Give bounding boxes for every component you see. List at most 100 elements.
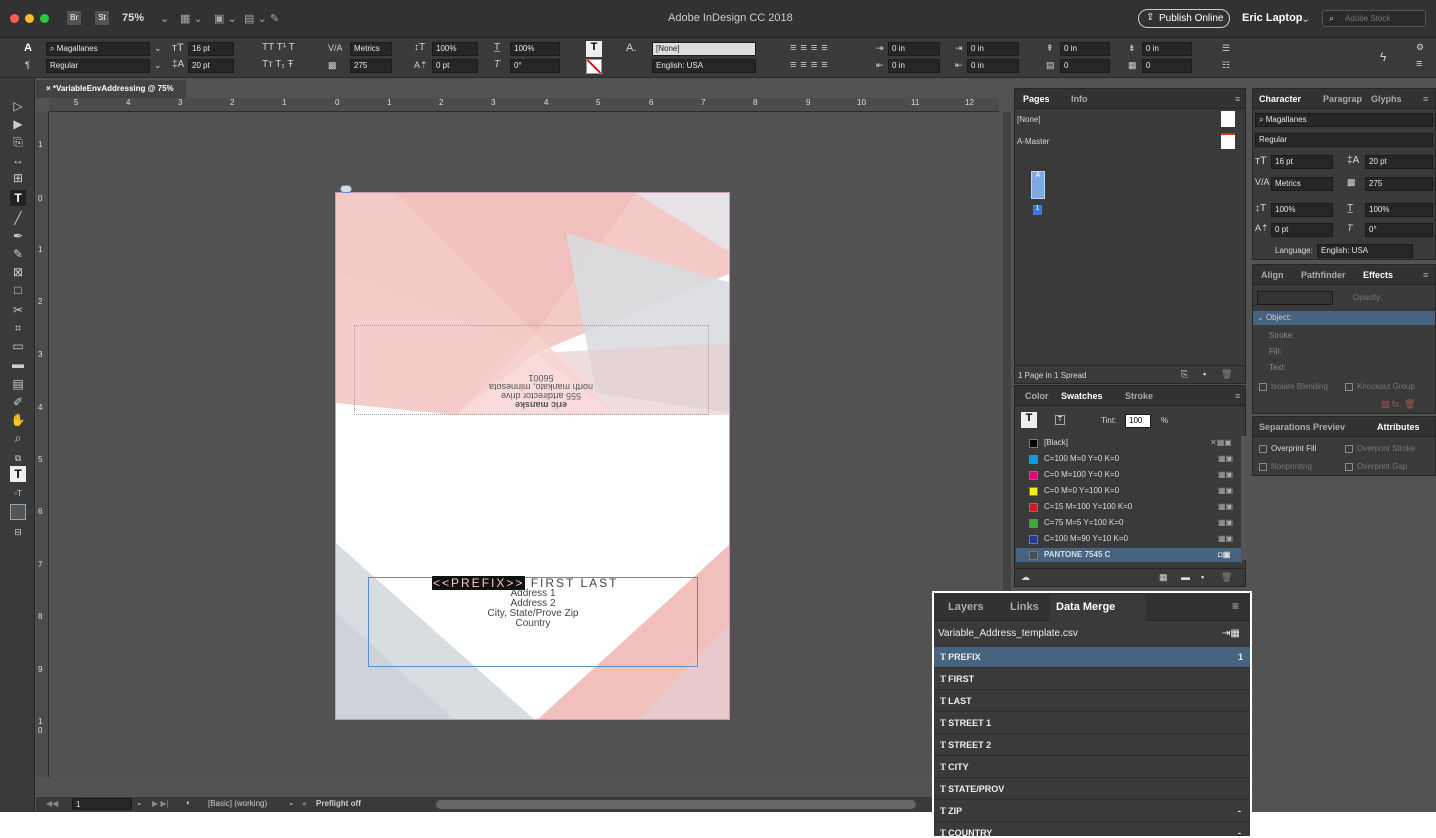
cc-libraries-icon[interactable]: ☁ <box>1021 572 1030 583</box>
view-options-icon[interactable]: ▦ ⌄ <box>180 12 203 25</box>
char-vscale-field[interactable]: 100% <box>1271 203 1333 217</box>
justify-icon[interactable]: ≡≡≡≡ <box>790 59 832 71</box>
content-collector-icon[interactable]: ⊞ <box>10 170 26 186</box>
page-1-thumbnail[interactable]: A <box>1031 171 1045 199</box>
a-master-item[interactable]: A-Master <box>1017 137 1049 146</box>
rectangle-frame-tool-icon[interactable]: ⊠ <box>10 264 26 280</box>
last-line-indent-field[interactable]: 0 in <box>967 59 1019 73</box>
fill-text-icon[interactable]: T <box>586 41 602 57</box>
small-caps-icon[interactable]: Tᴛ T₁ Ŧ <box>262 59 294 70</box>
font-family-field[interactable]: ⌕ Magallanes <box>46 42 150 56</box>
tab-links[interactable]: Links <box>1010 601 1039 613</box>
tab-stroke[interactable]: Stroke <box>1125 391 1153 401</box>
object-row[interactable]: ⌄ Object: <box>1253 311 1435 325</box>
vertical-ruler[interactable]: 1 0 1 2 3 4 5 6 7 8 9 1 0 <box>36 112 49 777</box>
folder-icon[interactable]: ▬ <box>1181 572 1190 582</box>
baseline-shift-field[interactable]: 0 pt <box>432 59 478 73</box>
hand-tool-icon[interactable]: ✋ <box>10 412 26 428</box>
quick-apply-icon[interactable]: ϟ <box>1380 50 1386 64</box>
char-tracking-field[interactable]: 275 <box>1365 177 1433 191</box>
tab-layers[interactable]: Layers <box>948 601 983 613</box>
new-page-icon[interactable]: ▪ <box>1203 369 1206 379</box>
char-hscale-field[interactable]: 100% <box>1365 203 1433 217</box>
data-field-row[interactable]: T COUNTRY - <box>934 823 1250 836</box>
screen-mode-icon[interactable]: ▣ ⌄ <box>214 12 237 25</box>
fill-text-icon[interactable]: T <box>1021 412 1037 428</box>
new-swatch-icon[interactable]: ▪ <box>1201 572 1204 582</box>
tab-data-merge[interactable]: Data Merge <box>1050 594 1146 621</box>
swatch-row[interactable]: C=75 M=5 Y=100 K=0 ▦▣ <box>1016 516 1242 530</box>
font-size-field[interactable]: 16 pt <box>188 42 234 56</box>
open-page-icon[interactable]: ◐ <box>186 798 191 807</box>
zoom-tool-icon[interactable]: ⌕ <box>10 430 26 446</box>
text-formatting-toggle[interactable]: T <box>1055 415 1065 425</box>
zoom-level[interactable]: 75% <box>122 12 144 24</box>
isolate-blending-checkbox[interactable] <box>1259 383 1267 391</box>
a-master-thumbnail[interactable] <box>1221 133 1235 149</box>
trash-icon[interactable]: 🗑 <box>1221 572 1232 583</box>
stock-button[interactable]: St <box>95 11 109 25</box>
tab-swatches[interactable]: Swatches <box>1061 391 1103 401</box>
kerning-field[interactable]: Metrics <box>350 42 392 56</box>
arrange-documents-icon[interactable]: ▤ ⌄ <box>244 12 267 25</box>
numbering-icon[interactable]: ☷ <box>1222 60 1230 71</box>
drop-cap-lines-field[interactable]: 0 <box>1060 59 1110 73</box>
gap-tool-icon[interactable]: ↔ <box>10 152 26 168</box>
return-address[interactable]: eric manske 555 artdirector drive north … <box>426 373 656 410</box>
panel-menu-icon[interactable]: ≡ <box>1416 58 1422 70</box>
page-number-field[interactable]: 1 <box>72 798 132 810</box>
tab-attributes[interactable]: Attributes <box>1377 422 1420 432</box>
overprint-stroke-checkbox[interactable] <box>1345 445 1353 453</box>
data-field-row[interactable]: T STREET 2 <box>934 735 1250 756</box>
clear-effects-icon[interactable]: ▨ fx. 🗑 <box>1381 399 1415 410</box>
tracking-field[interactable]: 275 <box>350 59 392 73</box>
tab-align[interactable]: Align <box>1261 270 1284 280</box>
stroke-effect-row[interactable]: Stroke: <box>1269 331 1294 340</box>
note-tool-icon[interactable]: ▤ <box>10 376 26 392</box>
tab-character[interactable]: Character <box>1259 94 1301 104</box>
create-merged-document-icon[interactable]: ⇥▦ <box>1222 622 1240 646</box>
page-tool-icon[interactable]: ⎘ <box>10 134 26 150</box>
line-tool-icon[interactable]: ╱ <box>10 210 26 226</box>
chevron-down-icon[interactable]: ⌄ <box>1301 12 1310 25</box>
tab-effects[interactable]: Effects <box>1363 270 1393 280</box>
chevron-down-icon[interactable]: ⌄ <box>154 43 162 54</box>
preflight-status[interactable]: Preflight off <box>316 799 361 808</box>
space-after-field[interactable]: 0 in <box>1142 42 1192 56</box>
data-field-row[interactable]: T ZIP - <box>934 801 1250 822</box>
char-kerning-field[interactable]: Metrics <box>1271 177 1333 191</box>
language-field[interactable]: English: USA <box>652 59 756 73</box>
tab-paragraph[interactable]: Paragrap <box>1323 94 1362 104</box>
drop-cap-chars-field[interactable]: 0 <box>1142 59 1192 73</box>
pen-tool-icon[interactable]: ✒ <box>10 228 26 244</box>
blend-mode-field[interactable] <box>1257 291 1333 305</box>
page-size-icon[interactable]: ⎘ <box>1181 369 1188 380</box>
char-skew-field[interactable]: 0° <box>1365 223 1433 237</box>
first-page-icon[interactable]: ◀◀ <box>46 799 58 808</box>
formatting-affects-text-icon[interactable]: ▫T <box>10 486 26 502</box>
tab-glyphs[interactable]: Glyphs <box>1371 94 1402 104</box>
screen-mode-icon[interactable]: ⊟ <box>10 524 26 540</box>
type-tool-icon[interactable]: T <box>10 190 26 206</box>
gradient-swatch-tool-icon[interactable]: ▭ <box>10 338 26 354</box>
direct-selection-tool-icon[interactable]: ▶ <box>10 116 26 132</box>
text-effect-row[interactable]: Text: <box>1269 363 1286 372</box>
zoom-window-button[interactable] <box>40 14 49 23</box>
overprint-gap-checkbox[interactable] <box>1345 463 1353 471</box>
chevron-down-icon[interactable]: ⌄ <box>154 60 162 71</box>
swatch-row-selected[interactable]: PANTONE 7545 C ◘▣ <box>1016 548 1242 562</box>
all-caps-icon[interactable]: TT T¹ T <box>262 42 295 53</box>
last-page-icon[interactable]: ▶ ▶| <box>152 799 169 808</box>
space-before-field[interactable]: 0 in <box>1060 42 1110 56</box>
swatches-scrollbar[interactable] <box>1241 436 1246 560</box>
data-field-row-selected[interactable]: T PREFIX 1 <box>934 647 1250 668</box>
none-master-item[interactable]: [None] <box>1017 115 1041 124</box>
horizontal-scale-field[interactable]: 100% <box>510 42 560 56</box>
tab-pages[interactable]: Pages <box>1023 94 1050 104</box>
knockout-group-checkbox[interactable] <box>1345 383 1353 391</box>
bullets-icon[interactable]: ☰ <box>1222 43 1230 54</box>
minimize-window-button[interactable] <box>25 14 34 23</box>
panel-menu-icon[interactable]: ≡ <box>1235 391 1240 401</box>
tab-color[interactable]: Color <box>1025 391 1049 401</box>
normal-view-icon[interactable] <box>10 504 26 520</box>
